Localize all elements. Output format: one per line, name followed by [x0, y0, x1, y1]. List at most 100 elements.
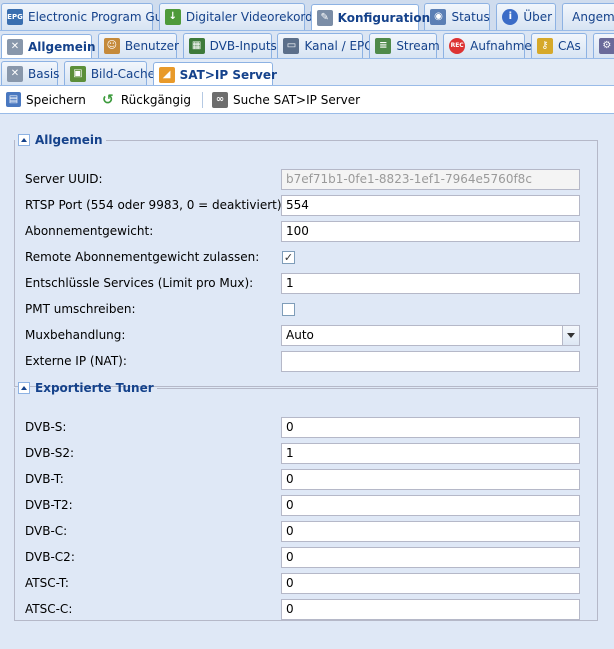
tab-label: DVB-Inputs [209, 39, 277, 53]
card-icon: ▦ [188, 38, 205, 54]
tab-epg[interactable]: EPG Electronic Program Guide [1, 3, 181, 30]
tab-general[interactable]: ✕ Allgemein [1, 34, 96, 58]
mux-handling-select[interactable]: Auto [281, 325, 580, 346]
key-icon: ⚷ [536, 38, 553, 54]
tab-label: Status [451, 10, 490, 24]
rtsp-port-field[interactable]: 554 [281, 195, 580, 216]
tuner-count-field[interactable]: 0 [281, 573, 580, 594]
tab-label: Digitaler Videorekorder [185, 10, 326, 24]
download-icon: ↓ [164, 9, 181, 25]
tab-debug[interactable]: ⚙ De [592, 33, 614, 58]
tab-stream[interactable]: ≡ Stream [369, 33, 440, 58]
config-tab-strip: ✕ Allgemein ☺ Benutzer ▦ DVB-Inputs ▭ Ka… [0, 31, 614, 59]
tools-icon: ✕ [7, 65, 23, 82]
tuners-legend[interactable]: Exportierte Tuner [15, 381, 157, 395]
tab-image-cache[interactable]: ▣ Bild-Cache [63, 61, 155, 85]
tuner-label: DVB-T2: [25, 498, 73, 512]
weight-row: Abonnementgewicht: 100 [25, 221, 591, 243]
epg-icon: EPG [7, 9, 23, 25]
tab-users[interactable]: ☺ Benutzer [97, 33, 179, 58]
tuner-label: ATSC-T: [25, 576, 69, 590]
tuner-row: DVB-S2: 1 [25, 443, 591, 465]
pmt-checkbox[interactable] [282, 303, 295, 316]
tuner-count-field[interactable]: 0 [281, 469, 580, 490]
rtsp-port-label: RTSP Port (554 oder 9983, 0 = deaktivier… [25, 198, 286, 212]
main-tab-strip: EPG Electronic Program Guide ↓ Digitaler… [0, 0, 614, 31]
save-label: Speichern [26, 92, 86, 107]
tuner-label: DVB-T: [25, 472, 64, 486]
external-ip-row: Externe IP (NAT): [25, 351, 591, 373]
tuner-count-field[interactable]: 0 [281, 521, 580, 542]
general-legend[interactable]: Allgemein [15, 133, 106, 147]
tab-channel-epg[interactable]: ▭ Kanal / EPG [277, 33, 374, 58]
mux-handling-value: Auto [286, 328, 314, 342]
server-uuid-field: b7ef71b1-0fe1-8823-1ef1-7964e5760f8c [281, 169, 580, 190]
tab-configuration[interactable]: ✎ Konfiguration [310, 4, 430, 30]
stream-icon: ≡ [375, 38, 392, 54]
form-panel: Allgemein Server UUID: b7ef71b1-0fe1-882… [0, 115, 614, 649]
collapse-icon[interactable] [18, 382, 30, 394]
tab-logged-in[interactable]: Angemelde [562, 3, 614, 30]
tuner-row: DVB-C: 0 [25, 521, 591, 543]
external-ip-label: Externe IP (NAT): [25, 354, 127, 368]
undo-button[interactable]: ↺ Rückgängig [97, 90, 194, 110]
tab-about[interactable]: i Über [496, 3, 557, 30]
tuner-count-field[interactable]: 0 [281, 547, 580, 568]
cog-icon: ⚙ [598, 38, 614, 54]
general-legend-label: Allgemein [35, 133, 103, 147]
tab-satip-server[interactable]: ◢ SAT>IP Server [152, 62, 277, 85]
weight-label: Abonnementgewicht: [25, 224, 154, 238]
record-icon: REC [449, 38, 466, 54]
pmt-row: PMT umschreiben: [25, 299, 591, 321]
tuner-count-field[interactable]: 1 [281, 443, 580, 464]
tuner-row: ATSC-C: 0 [25, 599, 591, 621]
tuner-label: DVB-C: [25, 524, 68, 538]
tab-basis[interactable]: ✕ Basis [1, 61, 60, 85]
external-ip-field[interactable] [281, 351, 580, 372]
descramble-row: Entschlüssle Services (Limit pro Mux): 1 [25, 273, 591, 295]
tab-label: Bild-Cache [90, 66, 155, 81]
tab-label: Über [523, 10, 553, 24]
tuner-label: ATSC-C: [25, 602, 73, 616]
tab-status[interactable]: ◉ Status [424, 3, 491, 30]
info-icon: i [502, 9, 519, 25]
tuner-count-field[interactable]: 0 [281, 495, 580, 516]
tab-label: SAT>IP Server [179, 67, 277, 82]
tuner-row: DVB-T: 0 [25, 469, 591, 491]
tuner-count-field[interactable]: 0 [281, 599, 580, 620]
weight-field[interactable]: 100 [281, 221, 580, 242]
tab-label: Kanal / EPG [304, 39, 374, 53]
remote-weight-checkbox[interactable]: ✓ [282, 251, 295, 264]
server-uuid-label: Server UUID: [25, 172, 103, 186]
tools-icon: ✕ [7, 39, 23, 55]
tv-icon: ▭ [283, 38, 300, 54]
tuner-label: DVB-S2: [25, 446, 75, 460]
tab-dvr[interactable]: ↓ Digitaler Videorekorder [158, 3, 325, 30]
tab-label: Basis [28, 66, 60, 81]
users-icon: ☺ [103, 38, 120, 54]
tab-recording[interactable]: REC Aufnahme [443, 33, 532, 58]
tab-label: Stream [396, 39, 440, 53]
tuner-row: DVB-T2: 0 [25, 495, 591, 517]
search-satip-button[interactable]: ∞ Suche SAT>IP Server [209, 90, 363, 110]
search-label: Suche SAT>IP Server [232, 92, 361, 107]
image-icon: ▣ [69, 65, 86, 82]
tab-label: Aufnahme [470, 39, 532, 53]
satip-icon: ◢ [158, 66, 175, 83]
toolbar-separator [201, 91, 203, 108]
chevron-down-icon[interactable] [562, 326, 579, 345]
save-button[interactable]: ▤ Speichern [3, 90, 89, 109]
tab-cas[interactable]: ⚷ CAs [530, 33, 587, 58]
descramble-field[interactable]: 1 [281, 273, 580, 294]
toolbar: ▤ Speichern ↺ Rückgängig ∞ Suche SAT>IP … [0, 86, 614, 114]
eye-icon: ◉ [430, 9, 447, 25]
collapse-icon[interactable] [18, 134, 30, 146]
tab-label: Electronic Program Guide [28, 10, 181, 24]
descramble-label: Entschlüssle Services (Limit pro Mux): [25, 276, 254, 290]
tuner-row: DVB-S: 0 [25, 417, 591, 439]
general-fieldset: Allgemein Server UUID: b7ef71b1-0fe1-882… [14, 133, 598, 387]
rtsp-port-row: RTSP Port (554 oder 9983, 0 = deaktivier… [25, 195, 591, 217]
tab-label: Allgemein [28, 40, 96, 54]
tuner-count-field[interactable]: 0 [281, 417, 580, 438]
tab-dvb-inputs[interactable]: ▦ DVB-Inputs [182, 33, 277, 58]
